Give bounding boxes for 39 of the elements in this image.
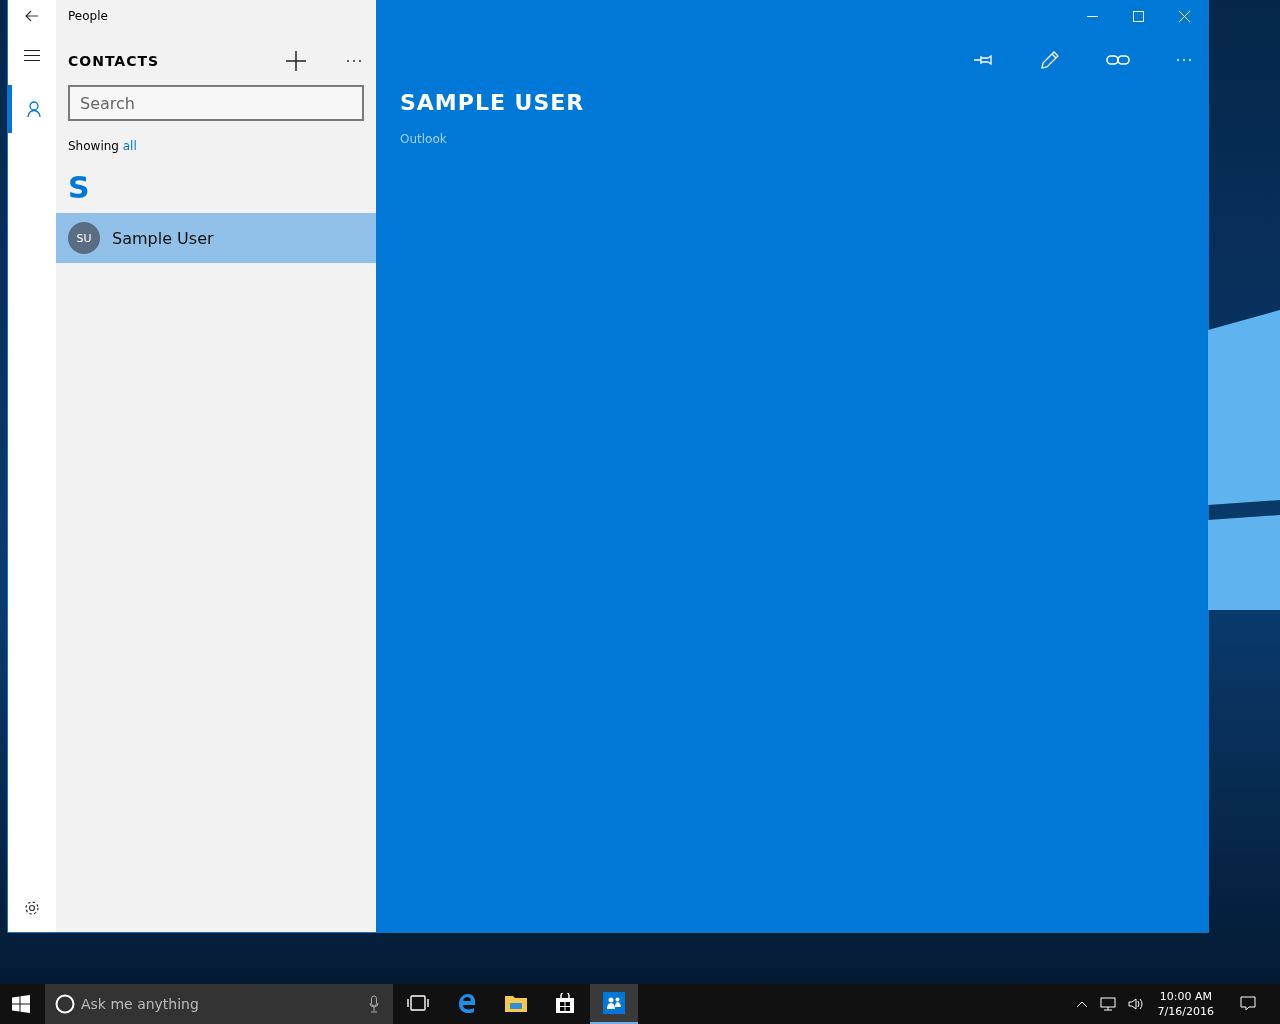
more-icon[interactable]: [1176, 58, 1192, 62]
link-icon[interactable]: [1106, 55, 1130, 65]
close-icon[interactable]: [1179, 10, 1190, 22]
speaker-icon[interactable]: [1127, 997, 1144, 1011]
settings-icon[interactable]: [24, 900, 40, 916]
clock-date[interactable]: 7/16/2016: [1157, 1004, 1214, 1019]
more-icon[interactable]: [346, 59, 362, 63]
maximize-icon[interactable]: [1133, 10, 1144, 22]
cortana-search-box[interactable]: Ask me anything: [45, 984, 393, 1024]
search-field[interactable]: Search: [68, 85, 364, 121]
avatar: SU: [68, 222, 100, 254]
pencil-icon[interactable]: [1040, 50, 1060, 70]
window-title: People: [68, 9, 109, 25]
person-icon: [27, 101, 41, 117]
minimize-icon[interactable]: [1087, 15, 1098, 17]
e-logo-icon: [457, 993, 477, 1013]
start-icon[interactable]: [12, 995, 30, 1013]
notifications-icon[interactable]: [1240, 996, 1256, 1012]
menu-icon[interactable]: [24, 50, 40, 61]
people-icon: [603, 992, 625, 1014]
task-view-icon: [407, 995, 429, 1011]
filter-link[interactable]: all: [122, 139, 137, 153]
circle-icon: [55, 994, 75, 1014]
shopping-bag-icon: [555, 993, 575, 1013]
contacts-heading: CONTACTS: [68, 53, 161, 69]
add-icon[interactable]: [286, 51, 306, 71]
pin-icon[interactable]: [974, 54, 994, 66]
back-arrow-icon[interactable]: [25, 10, 39, 22]
contact-name: SAMPLE USER: [400, 89, 586, 117]
clock-time[interactable]: 10:00 AM: [1159, 989, 1212, 1004]
chevron-up-icon[interactable]: [1075, 1000, 1088, 1008]
folder-icon: [505, 994, 527, 1012]
taskbar-app-button[interactable]: [590, 984, 638, 1024]
group-letter[interactable]: S: [68, 171, 90, 205]
contact-item[interactable]: SU Sample User: [56, 213, 376, 263]
network-icon[interactable]: [1099, 997, 1116, 1011]
account-source: Outlook: [400, 132, 448, 146]
microphone-icon[interactable]: [369, 995, 379, 1013]
showing-filter-text: Showing all: [68, 139, 138, 153]
